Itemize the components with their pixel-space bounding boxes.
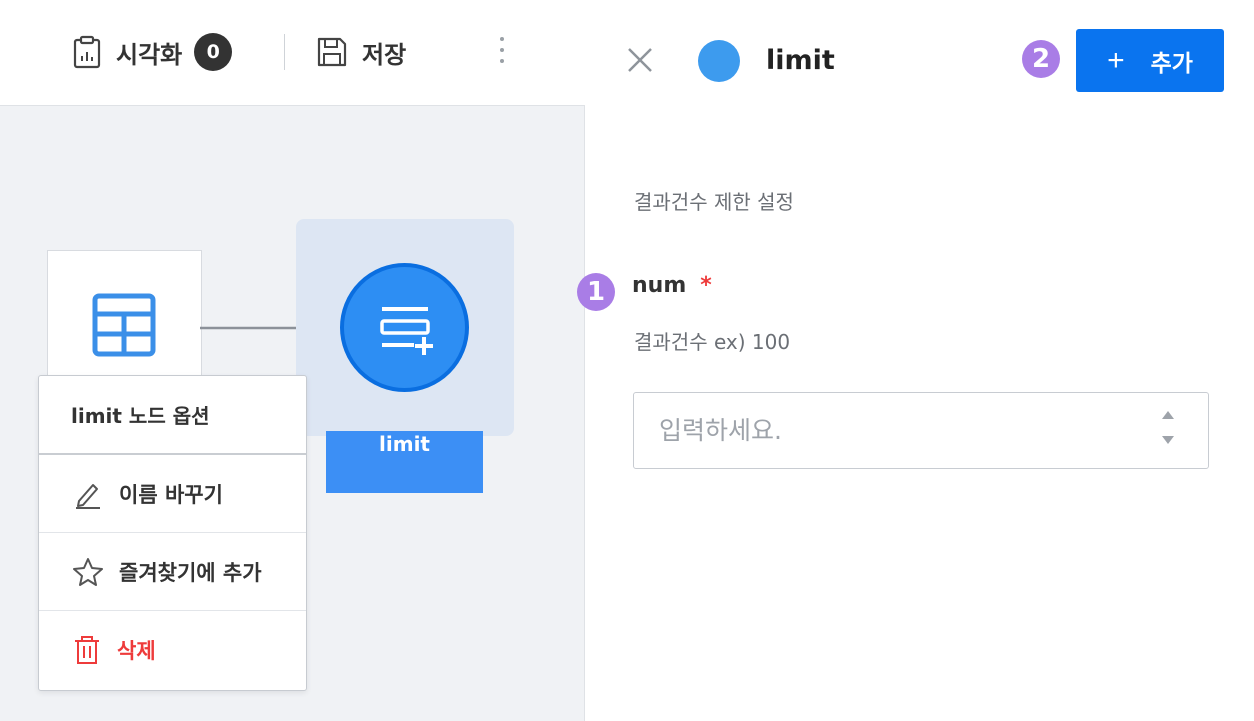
save-button[interactable]: 저장 [316, 30, 406, 74]
add-favorite-menu-item[interactable]: 즐겨찾기에 추가 [39, 533, 306, 611]
add-button[interactable]: + 추가 [1076, 29, 1224, 92]
add-favorite-label: 즐겨찾기에 추가 [119, 560, 262, 585]
visualize-label: 시각화 [116, 40, 183, 69]
close-icon[interactable] [626, 46, 654, 74]
rename-label: 이름 바꾸기 [119, 482, 223, 507]
star-icon [73, 557, 103, 586]
panel-title: limit [766, 45, 835, 76]
node-settings-panel: limit 2 + 추가 결과건수 제한 설정 num * 결과건수 ex) 10… [586, 0, 1254, 721]
node-type-dot [698, 40, 740, 82]
num-field-hint: 결과건수 ex) 100 [634, 330, 791, 354]
delete-label: 삭제 [117, 639, 156, 663]
node-context-menu: limit 노드 옵션 이름 바꾸기 즐겨찾기에 추가 삭제 [38, 375, 307, 691]
section-description: 결과건수 제한 설정 [634, 190, 794, 214]
context-menu-title: limit 노드 옵션 [39, 376, 306, 455]
pencil-icon [76, 483, 100, 509]
visualize-button[interactable]: 시각화 0 [72, 30, 233, 74]
toolbar: 시각화 0 저장 [0, 0, 585, 106]
limit-node[interactable] [340, 263, 469, 392]
step-marker-1: 1 [577, 273, 615, 311]
limit-filter-icon [380, 307, 433, 355]
limit-node-label: limit [326, 431, 483, 493]
rename-menu-item[interactable]: 이름 바꾸기 [39, 455, 306, 533]
required-mark: * [700, 273, 712, 298]
table-icon [92, 293, 156, 357]
number-stepper [1162, 411, 1178, 451]
plus-icon: + [1107, 43, 1125, 77]
delete-menu-item[interactable]: 삭제 [39, 611, 306, 689]
stepper-down-icon[interactable] [1162, 436, 1174, 444]
clipboard-chart-icon [73, 35, 101, 69]
more-options-icon[interactable] [488, 34, 516, 70]
workflow-canvas-pane: 시각화 0 저장 limit limit 노드 옵션 이름 바꾸기 즐겨찾기에 … [0, 0, 585, 721]
save-label: 저장 [362, 40, 407, 69]
num-field-label: num * [632, 273, 712, 298]
table-source-node[interactable] [47, 250, 202, 395]
visualize-count-badge: 0 [194, 33, 233, 71]
step-marker-2: 2 [1022, 40, 1060, 78]
num-field-name: num [632, 273, 687, 298]
stepper-up-icon[interactable] [1162, 411, 1174, 419]
floppy-disk-icon [317, 37, 347, 67]
add-button-label: 추가 [1150, 49, 1193, 76]
num-input[interactable] [634, 393, 1134, 468]
trash-icon [75, 636, 99, 664]
num-input-box [633, 392, 1209, 469]
toolbar-divider [284, 34, 285, 70]
